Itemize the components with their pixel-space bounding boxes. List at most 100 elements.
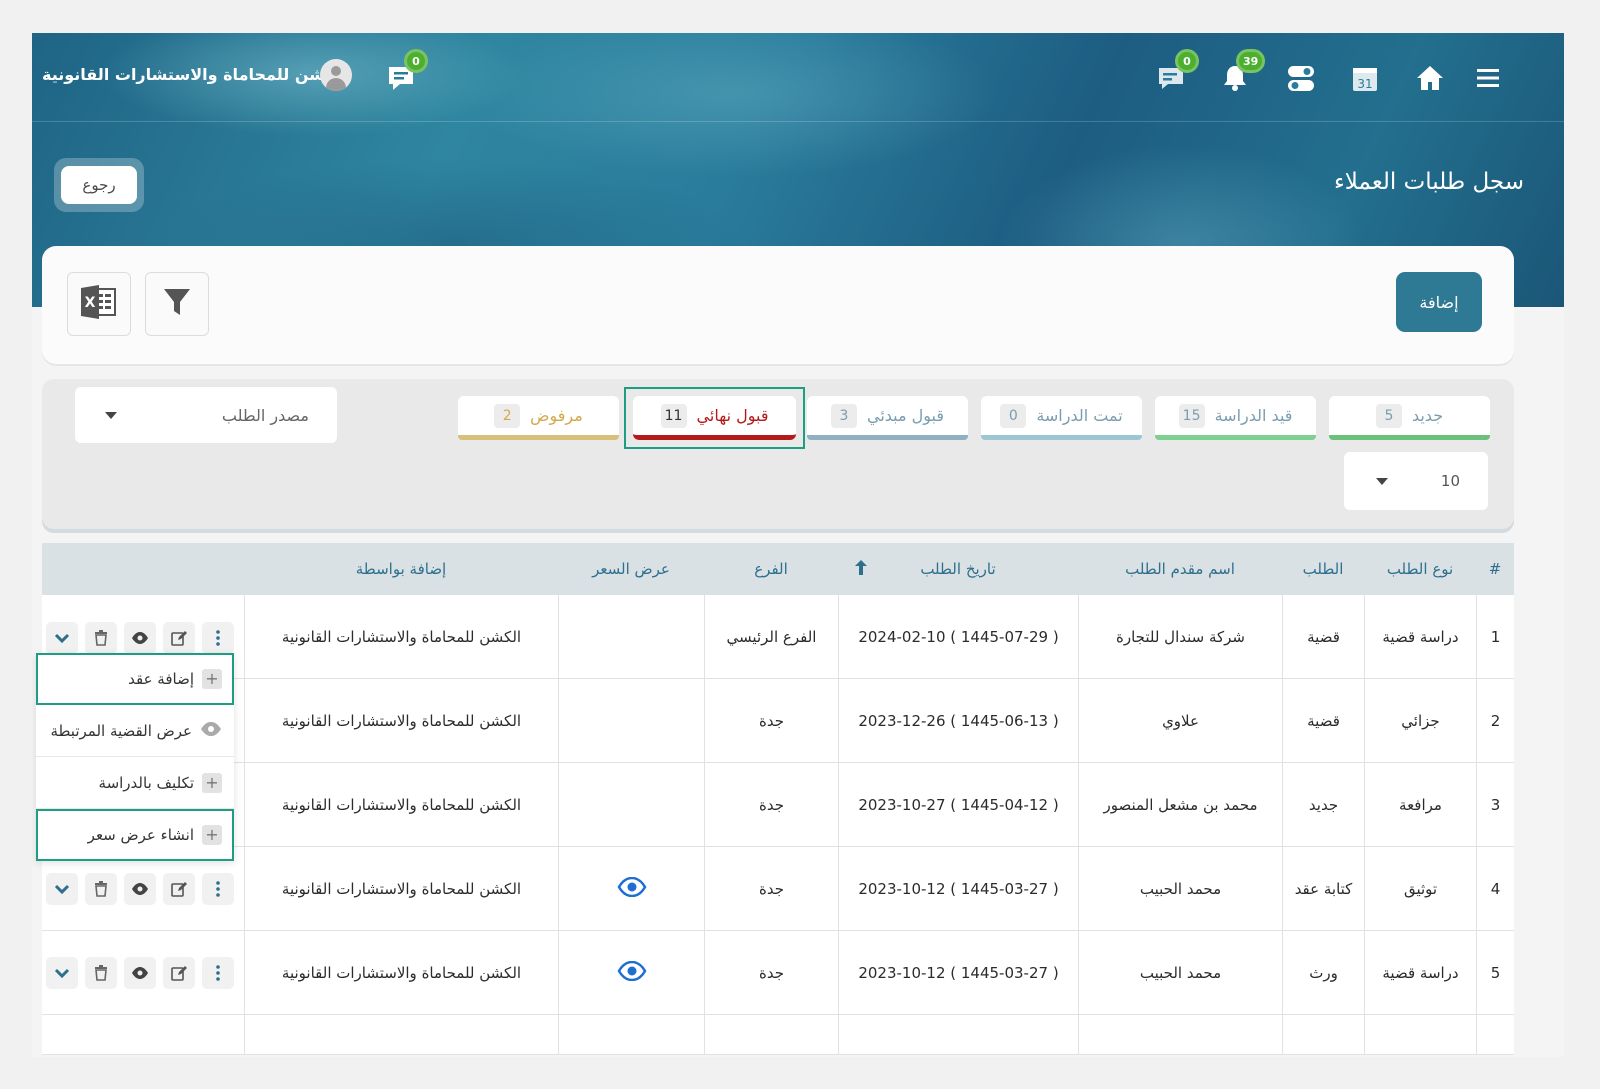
delete-button[interactable]	[85, 872, 117, 905]
sort-arrow-up-icon[interactable]	[838, 558, 868, 580]
page-size-select[interactable]: 10	[1344, 452, 1488, 510]
cell-added-by: الكشن للمحاماة والاستشارات القانونية	[244, 847, 558, 930]
filter-button[interactable]	[145, 272, 209, 336]
cell-date: 2023-10-27 ( 1445-04-12 )	[838, 763, 1078, 846]
row-context-menu: + إضافة عقد عرض القضية المرتبطة + تكليف …	[36, 653, 234, 861]
top-bar: الكشن للمحاماة والاستشارات القانونية 0 0…	[32, 33, 1564, 121]
tab-label: قبول نهائي	[696, 406, 769, 425]
header-type[interactable]: نوع الطلب	[1364, 543, 1476, 595]
cell-type: دراسة قضية	[1364, 595, 1476, 678]
cell-date: 2023-12-26 ( 1445-06-13 )	[838, 679, 1078, 762]
cell-request: كتابة عقد	[1282, 847, 1364, 930]
table-row[interactable]: 3 مرافعة جديد محمد بن مشعل المنصور 2023-…	[42, 763, 1514, 847]
cell-date: 2023-10-12 ( 1445-03-27 )	[838, 847, 1078, 930]
cell-type: توثيق	[1364, 847, 1476, 930]
filter-icon	[163, 287, 191, 321]
table-row[interactable]: 1 دراسة قضية قضية شركة سندال للتجارة 202…	[42, 595, 1514, 679]
menu-icon[interactable]	[1471, 61, 1505, 95]
cell-date: 2023-10-12 ( 1445-03-27 )	[838, 931, 1078, 1014]
page-title: سجل طلبات العملاء	[1333, 169, 1524, 195]
tab-label: مرفوض	[530, 406, 583, 425]
cell-num: 4	[1476, 847, 1514, 930]
toggle-icon[interactable]	[1284, 61, 1318, 95]
source-placeholder: مصدر الطلب	[221, 405, 309, 425]
calendar-icon[interactable]: 31	[1348, 61, 1382, 95]
header-date-label: تاريخ الطلب	[920, 560, 996, 578]
view-button[interactable]	[124, 956, 156, 989]
brand-name: الكشن للمحاماة والاستشارات القانونية	[42, 65, 347, 84]
toolbar-card: إضافة X	[42, 246, 1514, 364]
header-request[interactable]: الطلب	[1282, 543, 1364, 595]
cell-type: دراسة قضية	[1364, 931, 1476, 1014]
expand-button[interactable]	[46, 622, 78, 654]
table-row[interactable]: 2 جزائي قضية علاوي 2023-12-26 ( 1445-06-…	[42, 679, 1514, 763]
cell-num: 5	[1476, 931, 1514, 1014]
header-branch[interactable]: الفرع	[704, 543, 838, 595]
header-actions	[42, 543, 244, 595]
cell-request: قضية	[1282, 679, 1364, 762]
table-row[interactable]: 5 دراسة قضية ورث محمد الحبيب 2023-10-12 …	[42, 931, 1514, 1015]
cell-branch: جدة	[704, 931, 838, 1014]
excel-export-button[interactable]: X	[67, 272, 131, 336]
page-size-value: 10	[1440, 472, 1460, 490]
tab-studied[interactable]: تمت الدراسة 0	[981, 396, 1142, 440]
cell-applicant: محمد الحبيب	[1078, 931, 1282, 1014]
edit-button[interactable]	[163, 622, 195, 654]
cell-actions	[42, 931, 244, 1014]
cell-date: 2024-02-10 ( 1445-07-29 )	[838, 595, 1078, 678]
tab-count: 5	[1375, 403, 1402, 428]
table-header: # نوع الطلب الطلب اسم مقدم الطلب تاريخ ا…	[42, 543, 1514, 595]
add-button[interactable]: إضافة	[1396, 272, 1482, 332]
view-button[interactable]	[124, 622, 156, 654]
cell-applicant: شركة سندال للتجارة	[1078, 595, 1282, 678]
cell-price	[558, 679, 704, 762]
tab-initial-acceptance[interactable]: قبول مبدئي 3	[807, 396, 968, 440]
price-eye-icon[interactable]	[617, 960, 647, 985]
menu-item-label: إضافة عقد	[128, 669, 194, 688]
price-eye-icon[interactable]	[617, 876, 647, 901]
cell-added-by: الكشن للمحاماة والاستشارات القانونية	[244, 931, 558, 1014]
menu-item-create-quote[interactable]: + انشاء عرض سعر	[36, 809, 234, 861]
more-options-button[interactable]	[202, 872, 234, 905]
view-button[interactable]	[124, 872, 156, 905]
back-button[interactable]: رجوع	[61, 166, 137, 204]
menu-item-label: انشاء عرض سعر	[87, 825, 194, 844]
cell-price	[558, 595, 704, 678]
header-added-by[interactable]: إضافة بواسطة	[244, 543, 558, 595]
cell-num: 1	[1476, 595, 1514, 678]
menu-item-label: عرض القضية المرتبطة	[50, 721, 192, 740]
header-applicant[interactable]: اسم مقدم الطلب	[1078, 543, 1282, 595]
requests-table: # نوع الطلب الطلب اسم مقدم الطلب تاريخ ا…	[42, 543, 1514, 1055]
header-date[interactable]: تاريخ الطلب	[838, 543, 1078, 595]
edit-button[interactable]	[163, 956, 195, 989]
svg-text:X: X	[85, 295, 96, 311]
expand-button[interactable]	[46, 872, 78, 905]
header-price[interactable]: عرض السعر	[558, 543, 704, 595]
more-options-button[interactable]	[202, 956, 234, 989]
tab-under-study[interactable]: قيد الدراسة 15	[1155, 396, 1316, 440]
cell-request: ورث	[1282, 931, 1364, 1014]
menu-item-label: تكليف بالدراسة	[98, 773, 194, 792]
menu-item-add-contract[interactable]: + إضافة عقد	[36, 653, 234, 705]
menu-item-assign-study[interactable]: + تكليف بالدراسة	[36, 757, 234, 809]
tab-count: 3	[830, 403, 857, 428]
edit-button[interactable]	[163, 872, 195, 905]
delete-button[interactable]	[85, 956, 117, 989]
user-avatar[interactable]	[320, 59, 352, 91]
menu-item-view-linked-case[interactable]: عرض القضية المرتبطة	[36, 705, 234, 757]
tab-count: 11	[660, 403, 687, 428]
notifications-badge: 39	[1236, 49, 1266, 73]
tab-rejected[interactable]: مرفوض 2	[458, 396, 619, 440]
table-row[interactable]: 4 توثيق كتابة عقد محمد الحبيب 2023-10-12…	[42, 847, 1514, 931]
cell-applicant: محمد الحبيب	[1078, 847, 1282, 930]
tab-final-acceptance[interactable]: قبول نهائي 11	[624, 387, 805, 449]
request-source-select[interactable]: مصدر الطلب	[75, 387, 337, 443]
expand-button[interactable]	[46, 956, 78, 989]
more-options-button[interactable]	[202, 622, 234, 654]
cell-request: جديد	[1282, 763, 1364, 846]
back-button-wrapper: رجوع	[54, 158, 144, 212]
delete-button[interactable]	[85, 622, 117, 654]
home-icon[interactable]	[1413, 61, 1447, 95]
chevron-down-icon	[105, 411, 117, 419]
tab-new[interactable]: جديد 5	[1329, 396, 1490, 440]
